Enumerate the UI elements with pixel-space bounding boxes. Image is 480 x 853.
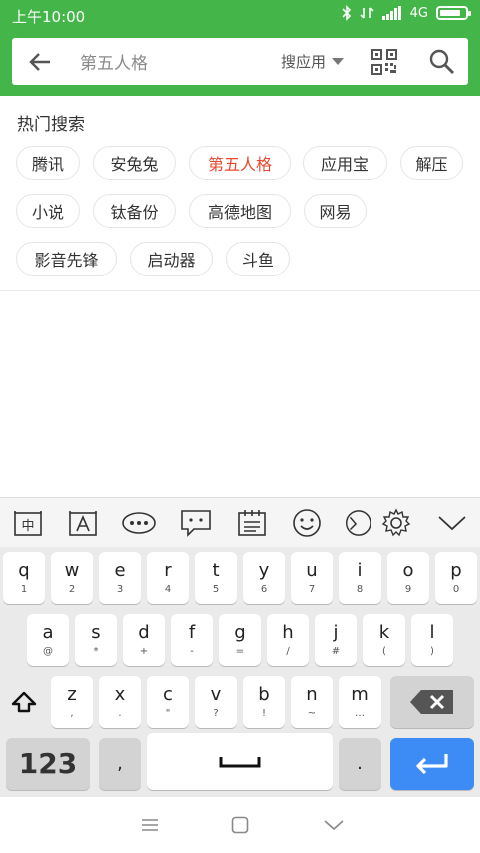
svg-text:中: 中 bbox=[21, 519, 34, 534]
key-m[interactable]: m… bbox=[339, 676, 381, 728]
app-header: 上午10:00 4G 第五人格 搜应用 bbox=[0, 0, 480, 96]
hot-search-title: 热门搜索 bbox=[17, 115, 85, 135]
hot-chip-highlighted[interactable]: 第五人格 bbox=[189, 146, 291, 180]
status-bar: 上午10:00 4G bbox=[0, 0, 480, 30]
key-k[interactable]: k( bbox=[363, 614, 405, 666]
soft-keyboard: 中 q1 w2 e3 r4 t5 y6 u7 i8 o9 p0 a @ s * … bbox=[0, 497, 480, 797]
key-p[interactable]: p0 bbox=[435, 552, 477, 604]
numbers-key[interactable]: 123 bbox=[6, 738, 90, 790]
space-key[interactable] bbox=[147, 733, 333, 790]
period-key[interactable]: . bbox=[339, 738, 381, 790]
data-transfer-icon bbox=[360, 7, 374, 19]
qr-scan-icon[interactable] bbox=[370, 48, 398, 76]
collapse-keyboard-icon[interactable] bbox=[435, 506, 469, 540]
chevron-down-icon bbox=[332, 58, 344, 65]
shift-arrow-icon bbox=[11, 691, 37, 713]
search-bar: 第五人格 搜应用 bbox=[12, 38, 468, 85]
handwriting-icon[interactable] bbox=[66, 506, 100, 540]
hot-chip[interactable]: 安兔兔 bbox=[93, 146, 176, 180]
enter-arrow-icon bbox=[416, 754, 448, 775]
key-f[interactable]: f- bbox=[171, 614, 213, 666]
key-o[interactable]: o9 bbox=[387, 552, 429, 604]
home-button[interactable] bbox=[226, 811, 254, 839]
hot-chip[interactable]: 影音先锋 bbox=[16, 242, 117, 276]
chinese-mode-icon[interactable]: 中 bbox=[11, 506, 45, 540]
back-arrow-icon bbox=[29, 52, 50, 71]
search-icon[interactable] bbox=[428, 48, 456, 76]
key-h[interactable]: h / bbox=[267, 614, 309, 666]
space-bar-icon bbox=[219, 756, 261, 767]
hot-chip[interactable]: 钛备份 bbox=[93, 194, 176, 228]
status-time: 上午10:00 bbox=[12, 8, 86, 26]
key-i[interactable]: i8 bbox=[339, 552, 381, 604]
settings-gear-icon[interactable] bbox=[379, 506, 413, 540]
home-square-icon bbox=[231, 816, 249, 834]
key-l[interactable]: l) bbox=[411, 614, 453, 666]
hot-chip[interactable]: 应用宝 bbox=[303, 146, 387, 180]
key-c[interactable]: c " bbox=[147, 676, 189, 728]
hot-chip[interactable]: 高德地图 bbox=[189, 194, 291, 228]
key-v[interactable]: v? bbox=[195, 676, 237, 728]
hot-chip[interactable]: 斗鱼 bbox=[226, 242, 290, 276]
clipboard-icon[interactable] bbox=[235, 506, 269, 540]
key-j[interactable]: j # bbox=[315, 614, 357, 666]
hot-chip[interactable]: 网易 bbox=[304, 194, 367, 228]
back-nav-button[interactable] bbox=[320, 811, 348, 839]
key-s[interactable]: s * bbox=[75, 614, 117, 666]
key-u[interactable]: u7 bbox=[291, 552, 333, 604]
enter-key[interactable] bbox=[390, 738, 474, 790]
backspace-icon bbox=[410, 690, 453, 714]
hot-chip[interactable]: 小说 bbox=[16, 194, 80, 228]
hot-chip[interactable]: 腾讯 bbox=[16, 146, 80, 180]
key-a[interactable]: a @ bbox=[27, 614, 69, 666]
emoji-icon[interactable] bbox=[290, 506, 324, 540]
hot-chip[interactable]: 启动器 bbox=[130, 242, 213, 276]
key-r[interactable]: r4 bbox=[147, 552, 189, 604]
signal-icon bbox=[381, 6, 401, 20]
search-scope-dropdown[interactable]: 搜应用 bbox=[281, 51, 344, 72]
key-x[interactable]: x. bbox=[99, 676, 141, 728]
menu-button[interactable] bbox=[136, 811, 164, 839]
more-options-icon[interactable] bbox=[122, 506, 156, 540]
chevron-down-icon bbox=[324, 820, 344, 831]
skin-theme-icon[interactable] bbox=[343, 506, 371, 540]
key-y[interactable]: y6 bbox=[243, 552, 285, 604]
key-q[interactable]: q1 bbox=[3, 552, 45, 604]
key-w[interactable]: w2 bbox=[51, 552, 93, 604]
key-z[interactable]: z, bbox=[51, 676, 93, 728]
search-scope-label: 搜应用 bbox=[280, 53, 326, 71]
key-n[interactable]: n ~ bbox=[291, 676, 333, 728]
network-type: 4G bbox=[409, 5, 428, 21]
key-e[interactable]: e3 bbox=[99, 552, 141, 604]
section-divider bbox=[0, 290, 480, 291]
battery-icon bbox=[436, 6, 471, 20]
key-t[interactable]: t5 bbox=[195, 552, 237, 604]
key-d[interactable]: d + bbox=[123, 614, 165, 666]
menu-icon bbox=[142, 819, 158, 831]
key-b[interactable]: b! bbox=[243, 676, 285, 728]
bluetooth-icon bbox=[342, 5, 351, 21]
comma-key[interactable]: , bbox=[99, 738, 141, 790]
back-button[interactable] bbox=[12, 38, 68, 85]
search-input[interactable]: 第五人格 bbox=[68, 49, 281, 74]
status-icons: 4G bbox=[342, 5, 471, 21]
hot-chip[interactable]: 解压 bbox=[400, 146, 463, 180]
key-g[interactable]: g = bbox=[219, 614, 261, 666]
shift-key[interactable] bbox=[3, 676, 45, 728]
keyboard-toolbar: 中 bbox=[0, 497, 480, 547]
backspace-key[interactable] bbox=[390, 676, 474, 728]
system-nav-bar bbox=[0, 797, 480, 853]
chat-bubble-icon[interactable] bbox=[179, 506, 213, 540]
